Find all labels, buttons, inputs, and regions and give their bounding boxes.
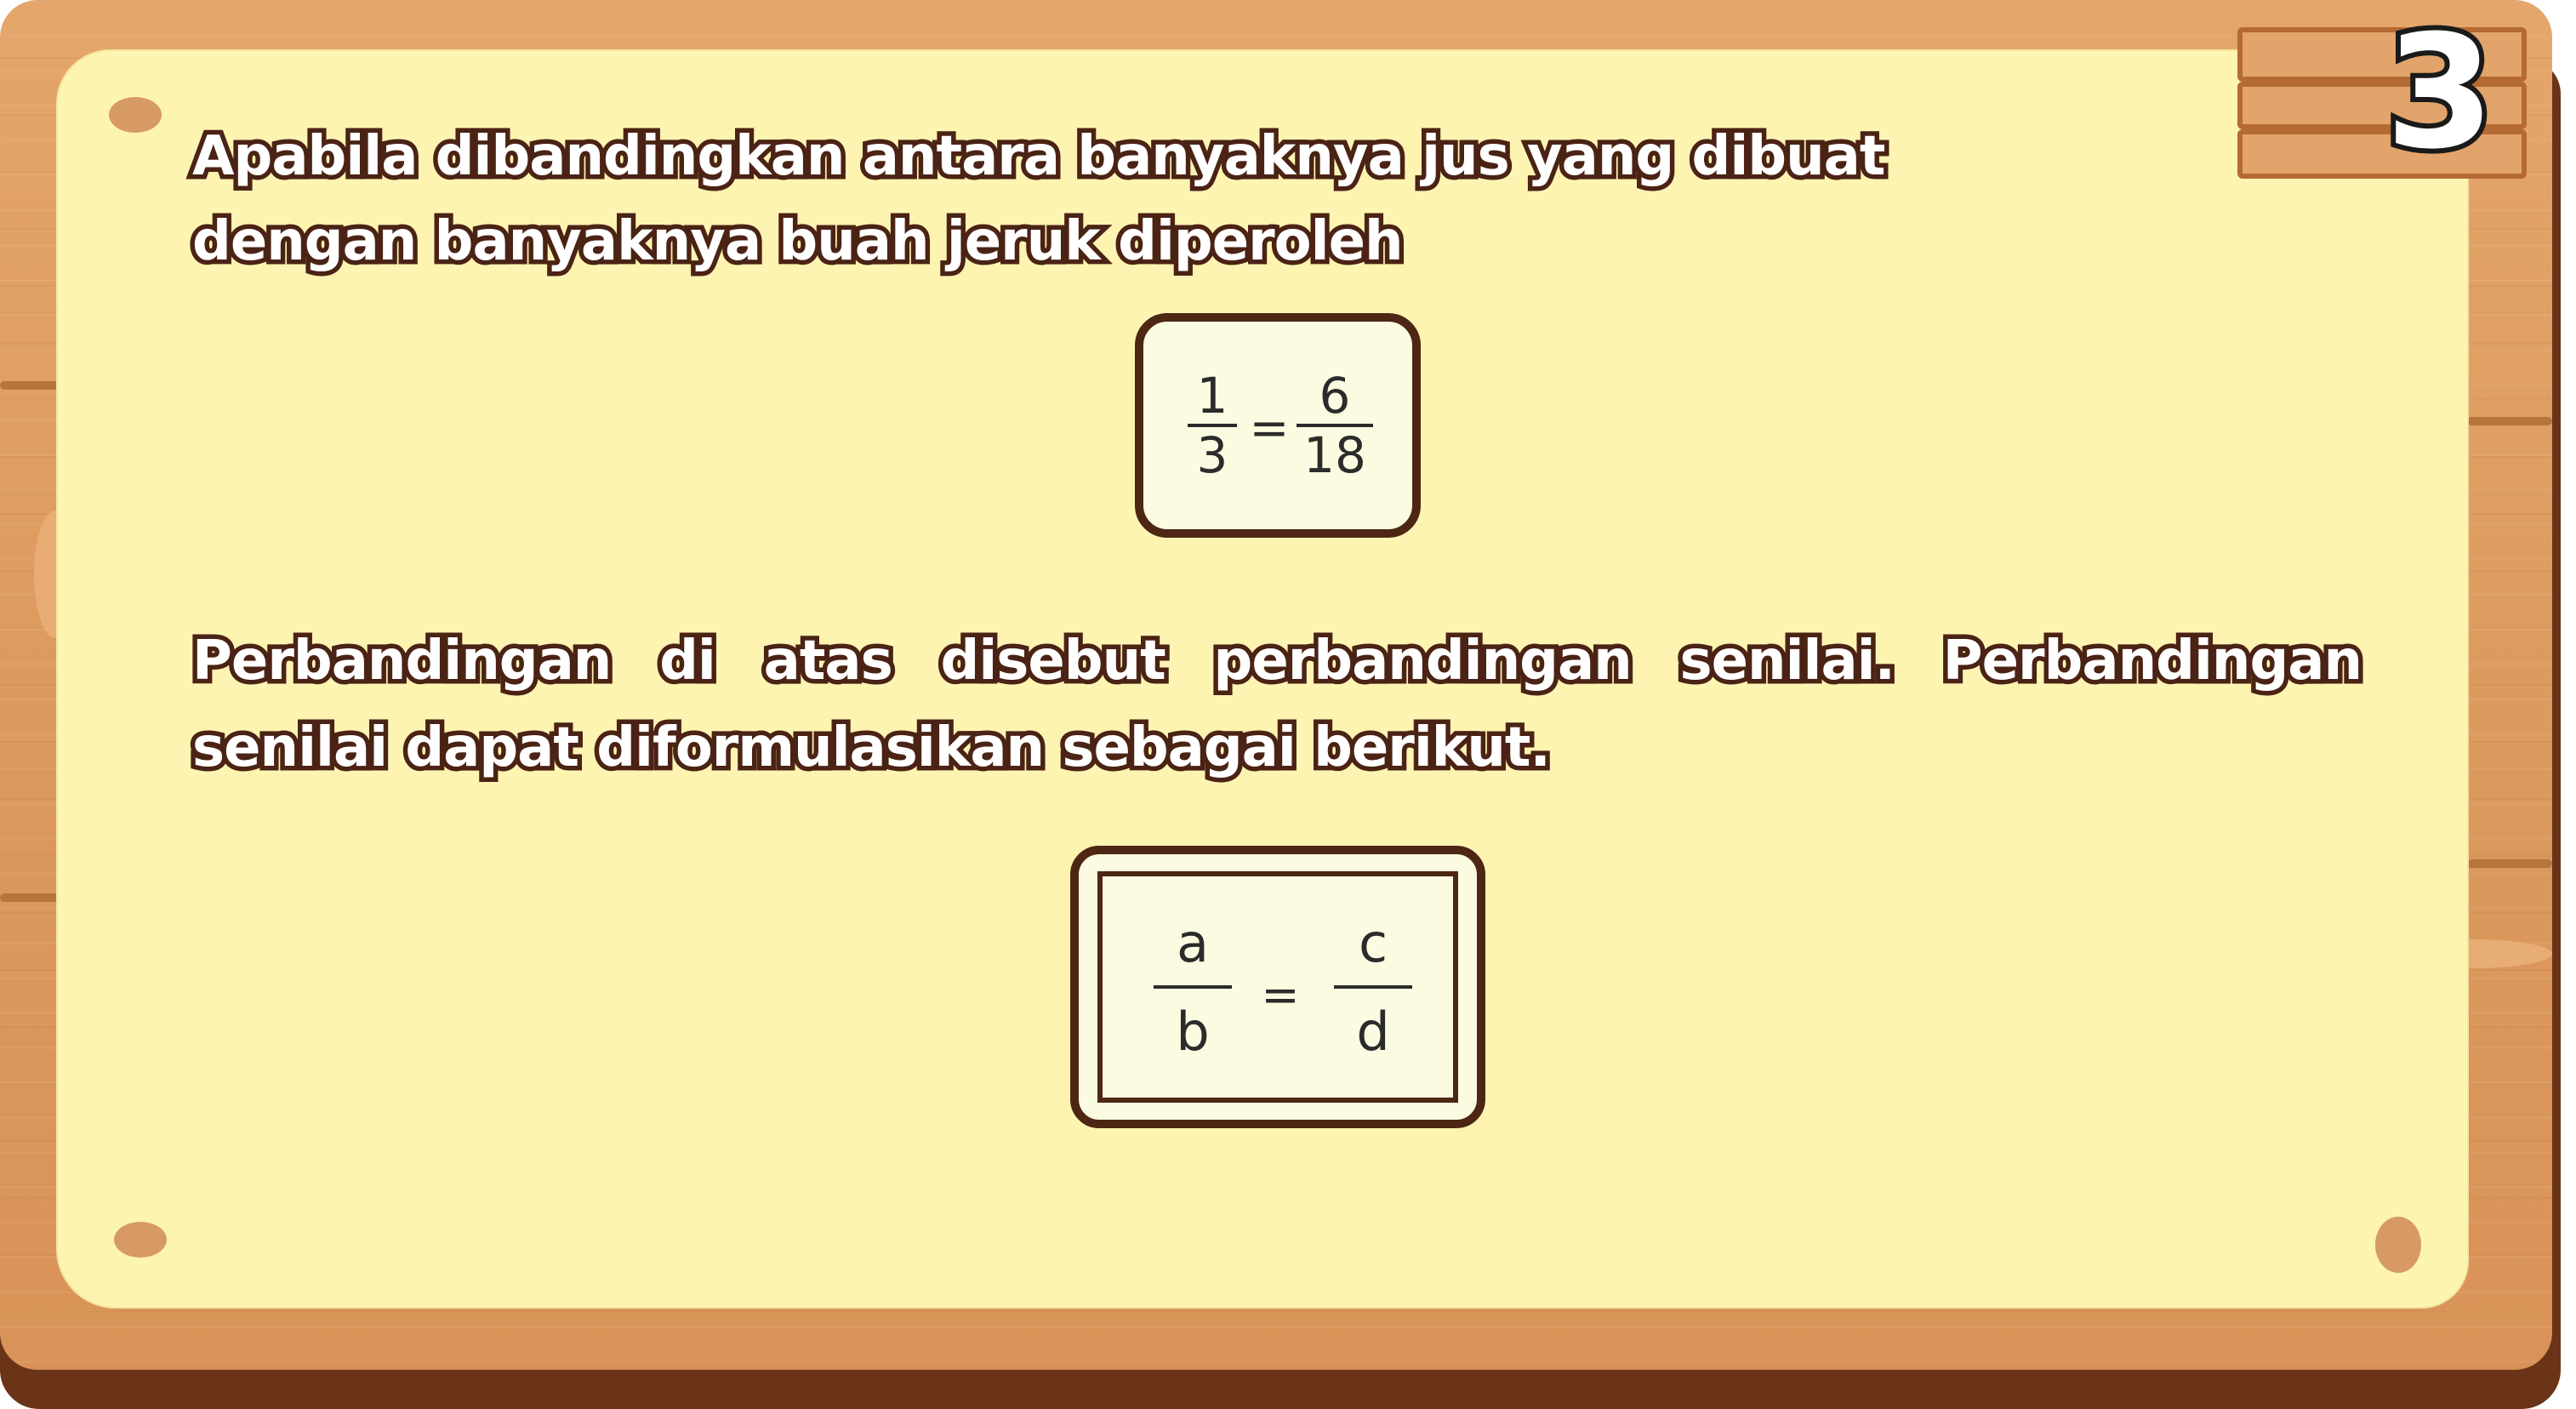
- equation-box-numeric: 1 3 = 6 18: [1135, 313, 1421, 538]
- denominator: 3: [1196, 426, 1228, 484]
- denominator: b: [1176, 1001, 1210, 1063]
- plank-seam-right-1: [2467, 417, 2552, 425]
- nail-top-left: [109, 97, 162, 133]
- numerator: 1: [1196, 367, 1228, 425]
- paragraph-intro: Apabila dibandingkan antara banyaknya ju…: [188, 121, 1890, 278]
- fraction-left: 1 3: [1188, 368, 1237, 483]
- fraction-bar: [1334, 985, 1412, 989]
- fraction-right: c d: [1334, 914, 1412, 1062]
- numerator: 6: [1319, 367, 1351, 425]
- fraction-right: 6 18: [1297, 368, 1373, 483]
- formula-inner-frame: a b = c d: [1097, 871, 1458, 1103]
- nail-bottom-left: [114, 1222, 167, 1258]
- equals-sign: =: [1249, 401, 1290, 456]
- page-number: 3: [2380, 2, 2499, 184]
- plank-seam-left-2: [0, 893, 60, 902]
- equals-sign: =: [1261, 968, 1300, 1022]
- wooden-board-scene: 3 Apabila dibandingkan antara banyaknya …: [0, 0, 2576, 1409]
- paragraph-explanation: Perbandingan di atas disebut perbandinga…: [188, 625, 2368, 784]
- formula-box: a b = c d: [1070, 846, 1485, 1128]
- denominator: d: [1356, 1001, 1390, 1063]
- page-number-badge: 3: [2237, 7, 2527, 179]
- numerator: c: [1358, 912, 1388, 974]
- fraction-bar: [1154, 985, 1232, 989]
- plank-seam-left-1: [0, 381, 60, 390]
- denominator: 18: [1303, 426, 1366, 484]
- fraction-left: a b: [1154, 914, 1232, 1062]
- nail-bottom-right: [2375, 1217, 2421, 1273]
- numerator: a: [1177, 912, 1209, 974]
- plank-seam-right-2: [2467, 859, 2552, 868]
